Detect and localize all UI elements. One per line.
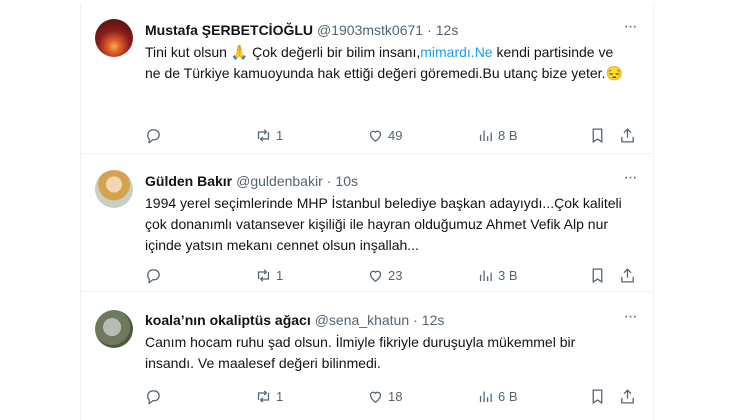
author-name[interactable]: Mustafa ŞERBETCİOĞLU <box>145 22 313 38</box>
like-count: 23 <box>388 267 403 283</box>
tweet-header: Gülden Bakır @guldenbakir · 10s <box>145 171 613 191</box>
share-button[interactable] <box>619 264 636 286</box>
views-count: 3 B <box>498 267 518 283</box>
share-icon <box>621 127 634 143</box>
author-handle[interactable]: @1903mstk0671 <box>317 22 423 38</box>
views-icon <box>479 270 492 281</box>
retweet-button[interactable]: 1 <box>255 385 283 407</box>
retweet-button[interactable]: 1 <box>255 264 283 286</box>
retweet-count: 1 <box>276 267 284 283</box>
retweet-icon <box>257 268 270 282</box>
tweet-header: koala’nın okaliptüs ağacı @sena_khatun · 12… <box>145 310 613 330</box>
more-options-icon[interactable]: ··· <box>621 19 639 40</box>
retweet-icon <box>257 389 270 403</box>
like-button[interactable]: 23 <box>367 264 402 286</box>
retweet-button[interactable]: 1 <box>255 124 283 146</box>
separator-dot: · <box>326 173 332 189</box>
tweet-link[interactable]: mimardı.Ne <box>420 44 492 60</box>
timeline: Mustafa ŞERBETCİOĞLU @1903mstk0671 · 12s ··… <box>80 4 654 420</box>
like-button[interactable]: 49 <box>367 124 402 146</box>
author-handle[interactable]: @guldenbakir <box>236 173 323 189</box>
avatar[interactable] <box>95 310 133 348</box>
tweet-text-part: Tini kut olsun 🙏 Çok değerli bir bilim i… <box>145 44 421 60</box>
tweet-text: Canım hocam ruhu şad olsun. İlmiyle fikr… <box>145 334 576 371</box>
reply-icon <box>147 268 160 284</box>
reply-button[interactable] <box>145 264 162 286</box>
heart-icon <box>369 130 382 142</box>
timestamp[interactable]: 12s <box>422 312 445 328</box>
tweet[interactable]: koala’nın okaliptüs ağacı @sena_khatun · 12… <box>81 292 653 420</box>
retweet-count: 1 <box>276 388 284 404</box>
views-button[interactable]: 3 B <box>477 264 518 286</box>
reply-icon <box>147 128 160 144</box>
share-icon <box>621 388 634 404</box>
avatar[interactable] <box>95 170 133 208</box>
separator-dot: · <box>413 312 418 328</box>
tweet-header: Mustafa ŞERBETCİOĞLU @1903mstk0671 · 12s <box>145 20 613 40</box>
views-icon <box>479 391 492 402</box>
action-bar: 1 49 8 B <box>145 124 639 146</box>
bookmark-icon <box>592 267 603 283</box>
tweet-text: 1994 yerel seçimlerinde MHP İstanbul bel… <box>145 195 622 253</box>
views-count: 8 B <box>498 127 518 143</box>
retweet-count: 1 <box>276 127 284 143</box>
like-count: 18 <box>388 388 403 404</box>
like-count: 49 <box>388 127 403 143</box>
share-button[interactable] <box>619 385 636 407</box>
timestamp[interactable]: 12s <box>436 22 459 38</box>
views-button[interactable]: 6 B <box>477 385 518 407</box>
action-bar: 1 23 3 B <box>145 264 639 286</box>
share-icon <box>621 267 634 283</box>
action-bar: 1 18 6 B <box>145 385 639 407</box>
bookmark-icon <box>592 388 603 404</box>
bookmark-icon <box>592 127 603 143</box>
author-name[interactable]: Gülden Bakır <box>145 173 232 189</box>
share-button[interactable] <box>619 124 636 146</box>
reply-icon <box>147 389 160 405</box>
timestamp[interactable]: 10s <box>335 173 358 189</box>
author-handle[interactable]: @sena_khatun <box>315 312 409 328</box>
views-count: 6 B <box>498 388 518 404</box>
bookmark-button[interactable] <box>589 264 606 286</box>
views-icon <box>479 130 492 141</box>
bookmark-button[interactable] <box>589 385 606 407</box>
retweet-icon <box>257 128 270 142</box>
heart-icon <box>369 391 382 403</box>
views-button[interactable]: 8 B <box>477 124 518 146</box>
tweet-text: Tini kut olsun 🙏 Çok değerli bir bilim i… <box>145 42 627 84</box>
tweet[interactable]: Gülden Bakır @guldenbakir · 10s ··· 1994 ye… <box>81 154 653 292</box>
more-options-icon[interactable]: ··· <box>621 170 639 191</box>
separator-dot: · <box>427 22 432 38</box>
like-button[interactable]: 18 <box>367 385 402 407</box>
author-name[interactable]: koala’nın okaliptüs ağacı <box>145 312 311 328</box>
bookmark-button[interactable] <box>589 124 606 146</box>
heart-icon <box>369 270 382 282</box>
reply-button[interactable] <box>145 385 162 407</box>
tweet[interactable]: Mustafa ŞERBETCİOĞLU @1903mstk0671 · 12s ··… <box>81 4 653 154</box>
reply-button[interactable] <box>145 124 162 146</box>
more-options-icon[interactable]: ··· <box>621 309 639 330</box>
avatar[interactable] <box>95 19 133 57</box>
